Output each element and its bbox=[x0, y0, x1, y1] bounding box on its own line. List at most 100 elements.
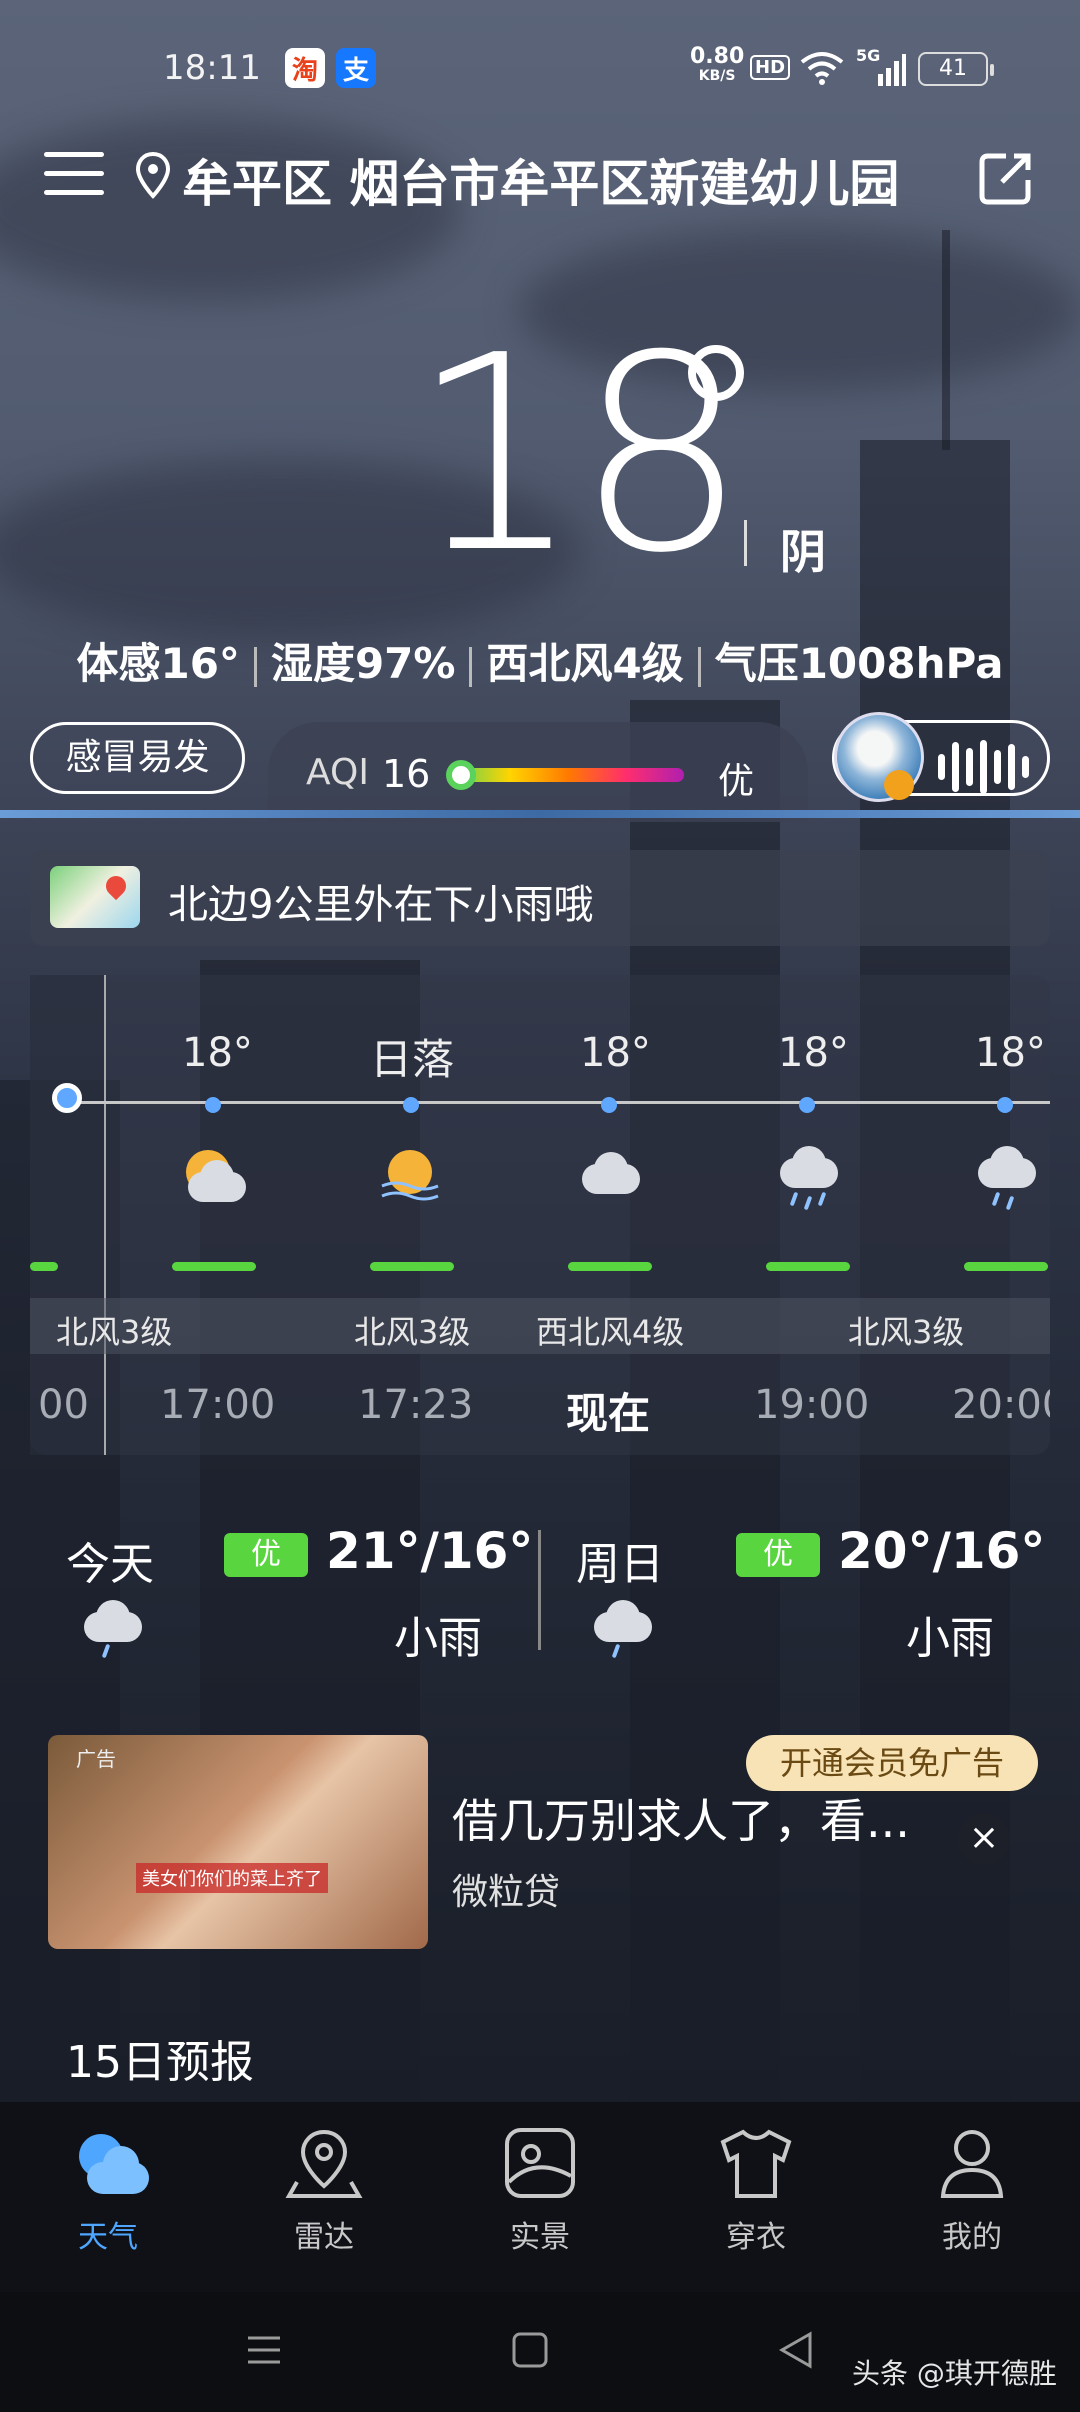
hour-time: 19:00 bbox=[754, 1382, 870, 1428]
map-icon bbox=[50, 866, 140, 928]
hour-wind: 北风3级 bbox=[848, 1313, 965, 1351]
hour-temp: 18° bbox=[975, 1030, 1046, 1076]
hour-time: 00 bbox=[38, 1382, 89, 1428]
hour-aqi-bar bbox=[766, 1262, 850, 1271]
tab-clothing[interactable]: 穿衣 bbox=[676, 2126, 836, 2256]
day-condition: 小雨 bbox=[906, 1613, 994, 1664]
flu-indicator-button[interactable]: 感冒易发 bbox=[30, 722, 245, 794]
hour-dot bbox=[997, 1097, 1013, 1113]
sound-wave-icon bbox=[1008, 744, 1015, 790]
hour-aqi-bar bbox=[964, 1262, 1048, 1271]
degree-symbol bbox=[688, 345, 744, 401]
hour-dot bbox=[601, 1097, 617, 1113]
hour-time: 20:00 bbox=[952, 1382, 1050, 1428]
hour-temp: 18° bbox=[580, 1030, 651, 1076]
status-bar: 18:11 淘 支 0.80 KB/S HD 5G 41 bbox=[0, 0, 1080, 140]
battery-indicator: 41 bbox=[918, 52, 994, 86]
location-pin-icon bbox=[136, 152, 170, 199]
humidity: 湿度97% bbox=[270, 639, 456, 688]
share-icon[interactable] bbox=[976, 148, 1036, 208]
day-condition: 小雨 bbox=[394, 1613, 482, 1664]
sound-wave-icon bbox=[938, 754, 945, 780]
tab-label: 我的 bbox=[942, 2220, 1002, 2255]
top-header: 牟平区 烟台市牟平区新建幼儿园 bbox=[0, 140, 1080, 220]
sound-wave-icon bbox=[994, 750, 1001, 784]
play-icon[interactable] bbox=[884, 770, 914, 800]
day-aqi-badge: 优 bbox=[736, 1533, 820, 1577]
ad-tag: 广告 bbox=[76, 1747, 116, 1771]
hour-aqi-bar bbox=[568, 1262, 652, 1271]
forecast-15day-title[interactable]: 15日预报 bbox=[66, 2026, 254, 2090]
divider bbox=[697, 646, 701, 687]
tab-radar[interactable]: 雷达 bbox=[244, 2126, 404, 2256]
tab-scene[interactable]: 实景 bbox=[460, 2126, 620, 2256]
accent-line bbox=[0, 810, 1080, 818]
sound-wave-icon bbox=[980, 740, 987, 794]
hour-time: 17:23 bbox=[358, 1382, 474, 1428]
rain-icon bbox=[772, 1144, 842, 1190]
close-icon[interactable]: × bbox=[958, 1813, 1010, 1865]
day-name: 周日 bbox=[576, 1539, 664, 1590]
ad-banner[interactable]: 广告 美女们你们的菜上齐了 开通会员免广告 借几万别求人了，看... 微粒贷 × bbox=[30, 1735, 1050, 1949]
hour-aqi-bar bbox=[172, 1262, 256, 1271]
day-temp-range: 21°/16° bbox=[326, 1522, 534, 1580]
tab-weather[interactable]: 天气 bbox=[28, 2126, 188, 2256]
hour-wind: 北风3级 bbox=[354, 1313, 471, 1351]
map-pin-icon bbox=[101, 871, 131, 901]
sunset-label: 日落 bbox=[370, 1035, 455, 1084]
location-title[interactable]: 牟平区 烟台市牟平区新建幼儿园 bbox=[182, 144, 899, 216]
day-name: 今天 bbox=[66, 1539, 154, 1590]
hour-dot bbox=[799, 1097, 815, 1113]
home-icon[interactable] bbox=[510, 2330, 550, 2370]
alipay-icon: 支 bbox=[336, 48, 376, 88]
cloudy-icon bbox=[574, 1150, 644, 1196]
rain-icon bbox=[76, 1598, 146, 1644]
watermark: 头条 @琪开德胜 bbox=[852, 2357, 1057, 2390]
hour-time: 17:00 bbox=[160, 1382, 276, 1428]
scene-icon bbox=[505, 2128, 575, 2198]
aqi-level: 优 bbox=[718, 761, 755, 802]
menu-icon[interactable] bbox=[44, 152, 104, 202]
weather-metrics: 体感16° 湿度97% 西北风4级 气压1008hPa bbox=[0, 630, 1080, 691]
rain-icon bbox=[586, 1598, 656, 1644]
bottom-tab-bar: 天气 雷达 实景 穿衣 我的 bbox=[0, 2102, 1080, 2292]
signal-icon bbox=[878, 54, 906, 86]
ad-image-caption: 美女们你们的菜上齐了 bbox=[136, 1863, 328, 1893]
sound-wave-icon bbox=[1022, 756, 1029, 778]
tab-label: 穿衣 bbox=[726, 2220, 786, 2255]
rain-drop bbox=[611, 1643, 621, 1659]
profile-icon bbox=[940, 2130, 1004, 2198]
rain-notice-banner[interactable]: 北边9公里外在下小雨哦 bbox=[30, 850, 1050, 946]
hour-dot bbox=[403, 1097, 419, 1113]
day-temp-range: 20°/16° bbox=[838, 1522, 1046, 1580]
ad-title[interactable]: 借几万别求人了，看... bbox=[452, 1785, 910, 1851]
ad-source: 微粒贷 bbox=[452, 1872, 561, 1913]
partly-cloudy-icon bbox=[180, 1158, 250, 1204]
status-time: 18:11 bbox=[163, 48, 261, 88]
back-icon[interactable] bbox=[776, 2330, 816, 2370]
aqi-value: 16 bbox=[382, 752, 431, 796]
tab-label: 天气 bbox=[78, 2220, 138, 2255]
tab-profile[interactable]: 我的 bbox=[892, 2126, 1052, 2256]
aqi-marker bbox=[446, 760, 476, 790]
tab-label: 雷达 bbox=[294, 2220, 354, 2255]
pressure: 气压1008hPa bbox=[714, 639, 1004, 688]
remove-ads-button[interactable]: 开通会员免广告 bbox=[746, 1735, 1038, 1791]
weather-icon bbox=[79, 2134, 149, 2194]
hour-time-now: 现在 bbox=[566, 1389, 651, 1438]
divider bbox=[538, 1530, 541, 1650]
sound-wave-icon bbox=[966, 748, 973, 786]
divider bbox=[253, 646, 257, 687]
recent-apps-icon[interactable] bbox=[244, 2330, 284, 2370]
hour-wind: 西北风4级 bbox=[536, 1313, 685, 1351]
hour-wind: 北风3级 bbox=[56, 1313, 173, 1351]
sound-wave-icon bbox=[952, 742, 959, 792]
ad-image[interactable]: 广告 美女们你们的菜上齐了 bbox=[48, 1735, 428, 1949]
hd-icon: HD bbox=[750, 55, 791, 80]
taobao-icon: 淘 bbox=[285, 48, 325, 88]
sunset-waves-icon bbox=[381, 1181, 439, 1201]
skyscraper-spire bbox=[942, 230, 950, 450]
divider bbox=[469, 646, 473, 687]
day-aqi-badge: 优 bbox=[224, 1533, 308, 1577]
divider bbox=[744, 520, 747, 566]
